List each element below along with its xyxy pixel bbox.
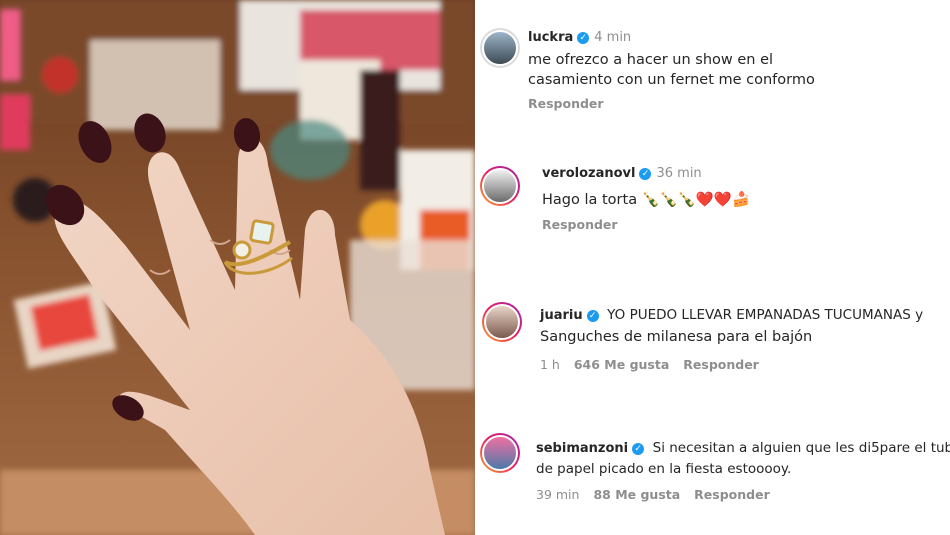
comment-text: Hago la torta 🍾🍾🍾❤️❤️🍰 <box>542 192 751 208</box>
comment-time: 36 min <box>656 166 702 181</box>
comment-header: verolozanovl ✓ 36 min <box>542 166 702 181</box>
reply-button[interactable]: Responder <box>528 96 604 111</box>
comment-header: sebimanzoni ✓ Si necesitan a alguien que … <box>536 440 950 456</box>
likes-count[interactable]: 88 Me gusta <box>593 487 680 502</box>
verified-badge-icon: ✓ <box>577 32 590 44</box>
comment-header: juariu ✓ YO PUEDO LLEVAR EMPANADAS TUCUMA… <box>540 307 923 323</box>
comment-actions: 1 h 646 Me gusta Responder <box>540 357 773 372</box>
username[interactable]: luckra <box>528 30 573 45</box>
comment-actions: Responder <box>542 217 632 232</box>
comment-actions: Responder <box>528 96 618 111</box>
avatar[interactable] <box>482 302 522 342</box>
comment-text: me ofrezco a hacer un show en el casamie… <box>528 50 815 90</box>
reply-button[interactable]: Responder <box>683 357 759 372</box>
avatar[interactable] <box>480 433 520 473</box>
username[interactable]: verolozanovl <box>542 166 635 181</box>
avatar[interactable] <box>480 28 520 68</box>
comment-text-line: casamiento con un fernet me conformo <box>528 72 815 88</box>
comment-time: 4 min <box>594 30 632 45</box>
verified-badge-icon: ✓ <box>586 310 599 322</box>
verified-badge-icon: ✓ <box>639 168 652 180</box>
comment-time: 1 h <box>540 357 560 372</box>
username[interactable]: juariu <box>540 308 583 323</box>
comment-text-line: me ofrezco a hacer un show en el <box>528 52 774 68</box>
likes-count[interactable]: 646 Me gusta <box>574 357 669 372</box>
verified-badge-icon: ✓ <box>632 443 645 455</box>
reply-button[interactable]: Responder <box>542 217 618 232</box>
hand-photo-illustration <box>0 0 475 535</box>
comment-time: 39 min <box>536 487 580 502</box>
comment-text-line: Si necesitan a alguien que les di5pare e… <box>652 440 950 456</box>
comment-actions: 39 min 88 Me gusta Responder <box>536 487 784 502</box>
comments-panel: luckra ✓ 4 min me ofrezco a hacer un show … <box>478 0 950 535</box>
comment-text-line: de papel picado en la fiesta estooooy. <box>536 461 792 477</box>
engagement-photo <box>0 0 475 535</box>
reply-button[interactable]: Responder <box>694 487 770 502</box>
comment-header: luckra ✓ 4 min <box>528 30 631 45</box>
comment-text-line: Sanguches de milanesa para el bajón <box>540 329 813 345</box>
username[interactable]: sebimanzoni <box>536 441 628 456</box>
comment-text-line: YO PUEDO LLEVAR EMPANADAS TUCUMANAS y <box>607 307 924 323</box>
avatar[interactable] <box>480 166 520 206</box>
